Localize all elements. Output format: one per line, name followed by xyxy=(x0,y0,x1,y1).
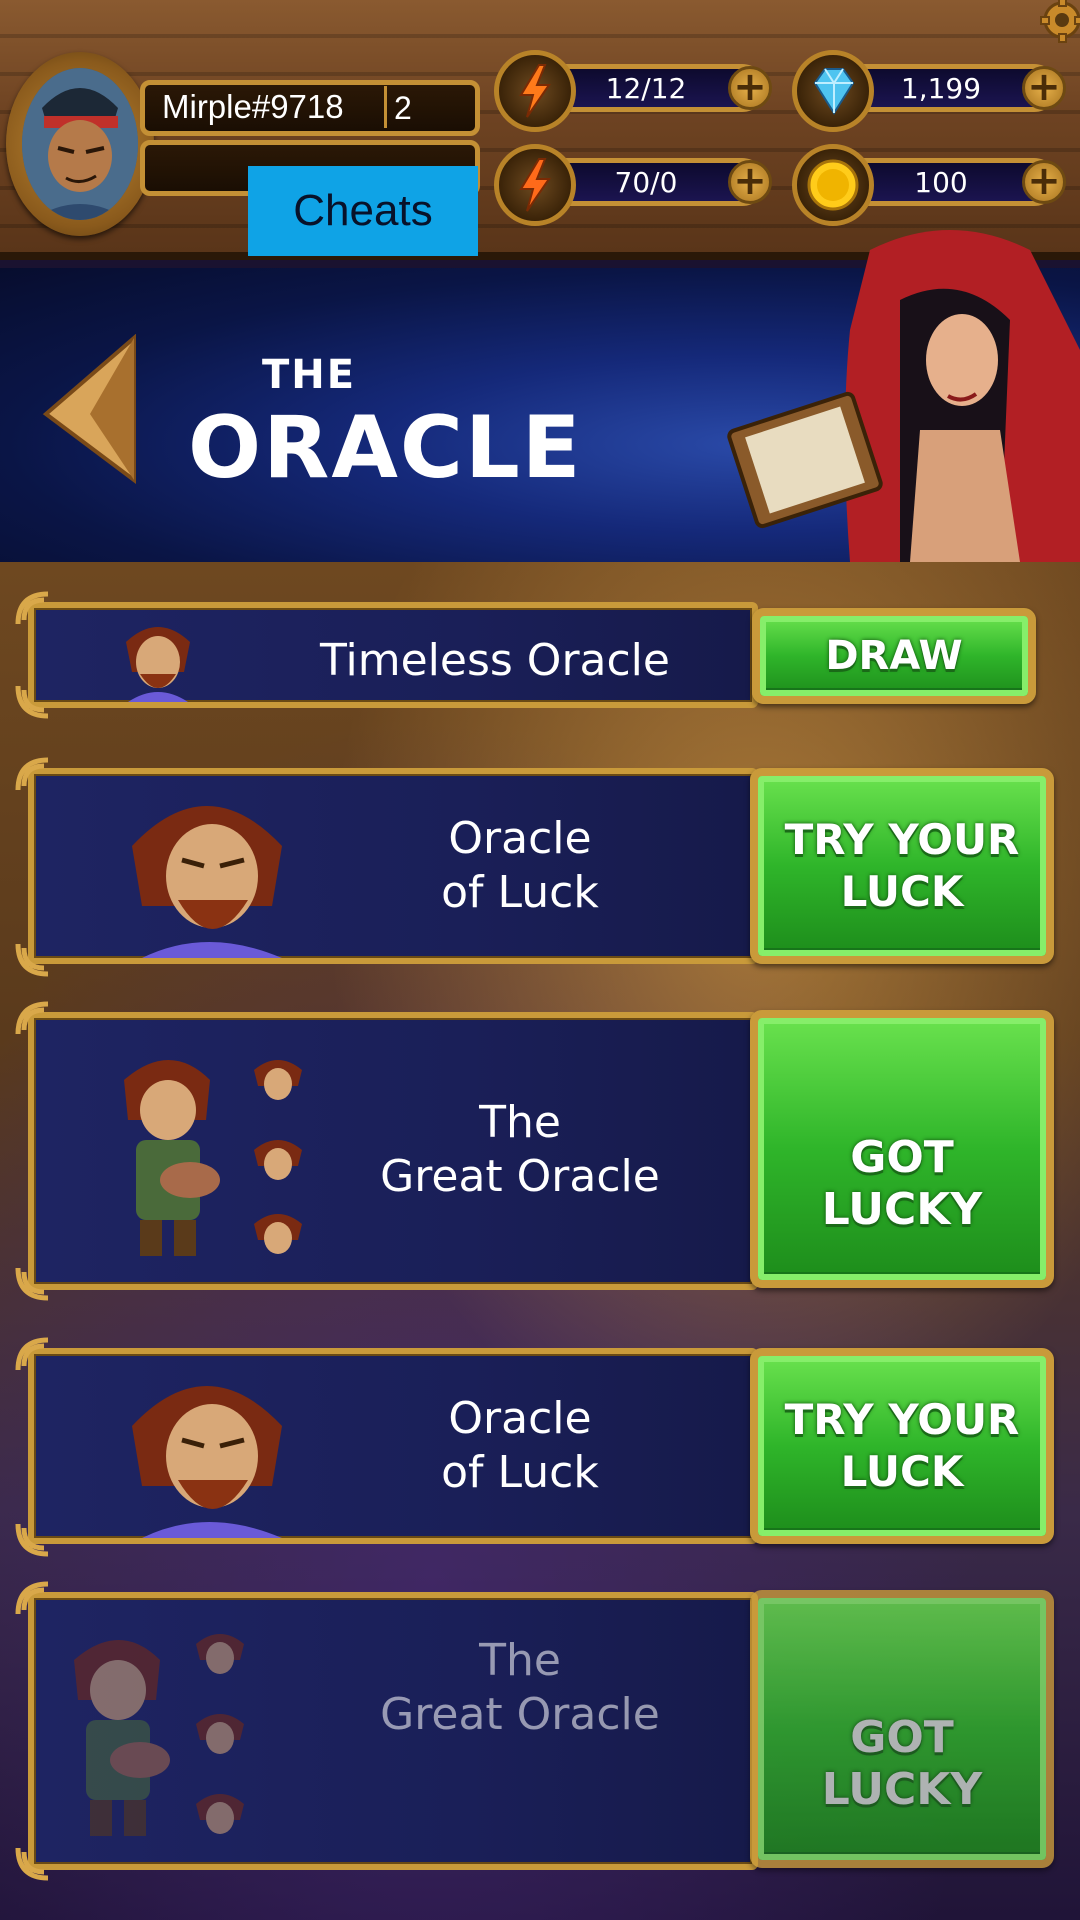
player-level: 2 xyxy=(394,90,412,126)
header-title-small: THE xyxy=(262,352,357,398)
dwarf-oracle-icon xyxy=(112,1356,302,1538)
dwarf-oracle-icon xyxy=(110,612,206,702)
try-your-luck-label-line2: LUCK xyxy=(840,867,964,916)
gems-value: 1,199 xyxy=(900,72,982,105)
dwarf-oracle-icon xyxy=(112,776,302,958)
ornament-icon xyxy=(14,1336,52,1374)
energy-bolt-icon xyxy=(494,144,576,226)
try-your-luck-label-line1: TRY YOUR xyxy=(784,1395,1020,1444)
try-your-luck-button[interactable]: TRY YOUR LUCK xyxy=(750,1348,1054,1544)
energy-value: 12/12 xyxy=(605,72,687,105)
ornament-icon xyxy=(14,756,52,794)
gear-icon[interactable] xyxy=(1030,0,1080,46)
got-lucky-label-line1: GOT xyxy=(850,1712,954,1763)
ornament-icon xyxy=(14,1520,52,1558)
row-title-line1: The xyxy=(479,1097,561,1148)
add-energy-secondary-button[interactable]: + xyxy=(728,160,772,204)
great-oracle-group-icon xyxy=(110,1040,310,1260)
row-title-line1: The xyxy=(479,1635,561,1686)
ornament-icon xyxy=(14,1844,52,1882)
draw-button[interactable]: DRAW xyxy=(752,608,1036,704)
player-name: Mirple#9718 xyxy=(162,88,344,125)
gold-coin-icon xyxy=(792,144,874,226)
row-title-line2: of Luck xyxy=(441,1447,599,1498)
add-energy-button[interactable]: + xyxy=(728,66,772,110)
header-title: ORACLE xyxy=(188,398,583,498)
energy-secondary-value: 70/0 xyxy=(614,166,678,199)
got-lucky-button[interactable]: GOT LUCKY xyxy=(750,1590,1054,1868)
got-lucky-label-line2: LUCKY xyxy=(821,1184,983,1235)
energy-bolt-icon xyxy=(494,50,576,132)
gold-value: 100 xyxy=(914,166,968,199)
great-oracle-group-icon xyxy=(60,1620,260,1840)
ornament-icon xyxy=(14,682,52,720)
got-lucky-button[interactable]: GOT LUCKY xyxy=(750,1010,1054,1288)
blue-gem-icon xyxy=(792,50,874,132)
ornament-icon xyxy=(14,1264,52,1302)
ornament-icon xyxy=(14,1000,52,1038)
try-your-luck-label-line2: LUCK xyxy=(840,1447,964,1496)
ornament-icon xyxy=(14,590,52,628)
got-lucky-label-line1: GOT xyxy=(850,1132,954,1183)
avatar[interactable] xyxy=(22,68,138,220)
row-title-line2: Great Oracle xyxy=(380,1689,660,1740)
name-divider xyxy=(384,86,387,128)
row-title-line2: Great Oracle xyxy=(380,1151,660,1202)
add-gems-button[interactable]: + xyxy=(1022,66,1066,110)
row-title-line1: Oracle xyxy=(448,813,592,864)
add-gold-button[interactable]: + xyxy=(1022,160,1066,204)
back-arrow-icon[interactable] xyxy=(40,333,140,484)
try-your-luck-label-line1: TRY YOUR xyxy=(784,815,1020,864)
row-title-line2: of Luck xyxy=(441,867,599,918)
row-title-line1: Oracle xyxy=(448,1393,592,1444)
row-title: Timeless Oracle xyxy=(320,635,670,686)
got-lucky-label-line2: LUCKY xyxy=(821,1764,983,1815)
oracle-character-illustration xyxy=(700,230,1080,562)
try-your-luck-button[interactable]: TRY YOUR LUCK xyxy=(750,768,1054,964)
ornament-icon xyxy=(14,940,52,978)
ornament-icon xyxy=(14,1580,52,1618)
cheats-button[interactable]: Cheats xyxy=(248,166,478,256)
draw-button-label: DRAW xyxy=(825,633,963,679)
